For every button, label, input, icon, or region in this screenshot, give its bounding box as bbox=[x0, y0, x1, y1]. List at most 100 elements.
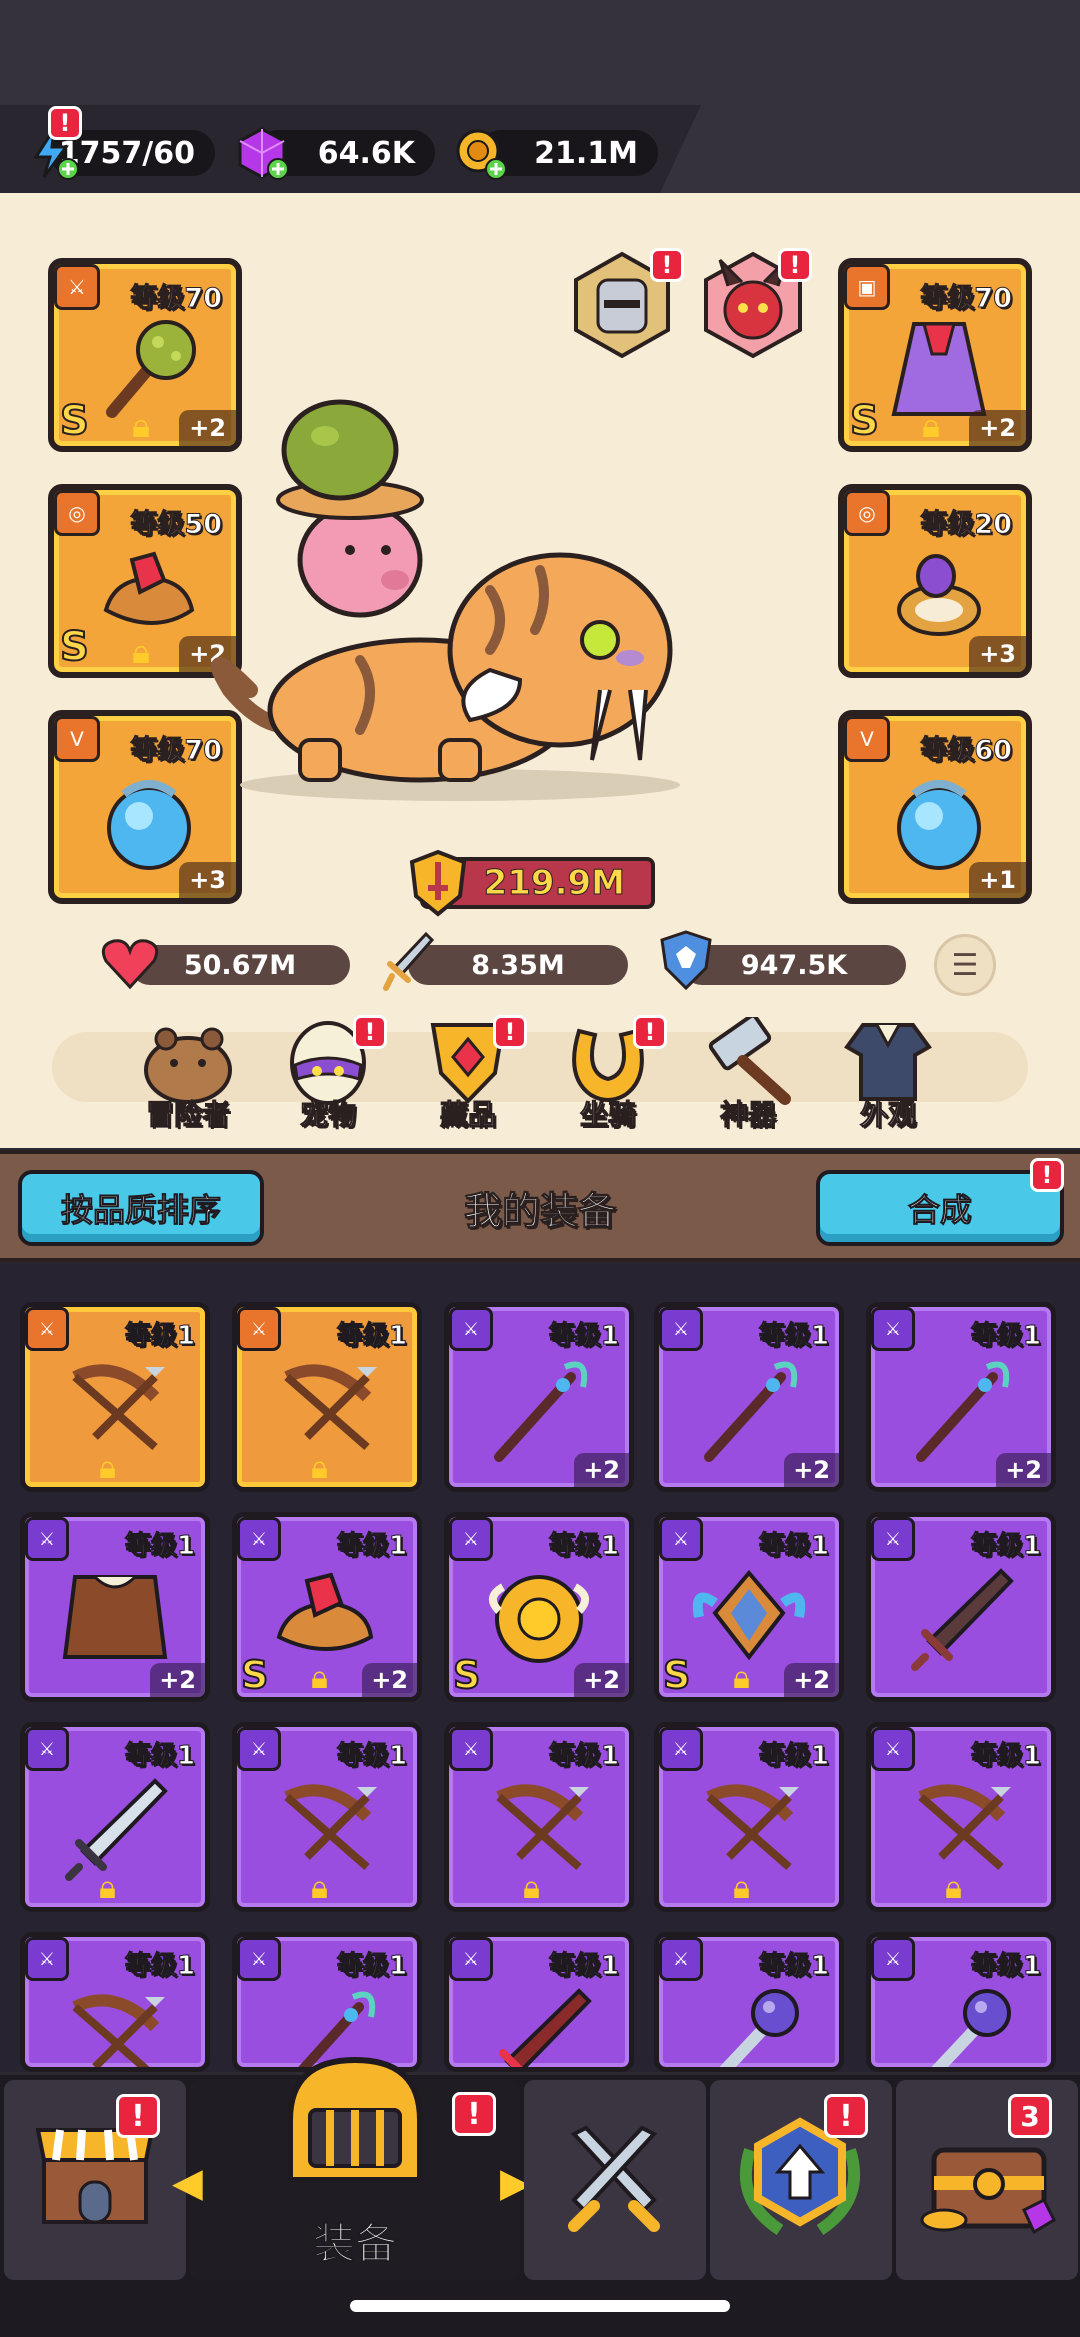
gear-slot-necklace-2[interactable]: ᐯ 等级60 +1 bbox=[838, 710, 1032, 904]
armor-slot-icon: ▣ bbox=[844, 264, 890, 310]
amethyst-ring-icon bbox=[897, 554, 981, 636]
weapon-slot-icon: ⚔ bbox=[237, 1307, 281, 1351]
capybara-icon bbox=[144, 1027, 232, 1104]
gear-plus: +3 bbox=[969, 636, 1026, 672]
inventory-item[interactable]: ⚔ 等级1 +2 bbox=[654, 1302, 844, 1492]
inventory-item[interactable]: ⚔ 等级1 🔒︎ bbox=[232, 1722, 422, 1912]
inventory-item[interactable]: ⚔ 等级1 +2 bbox=[444, 1302, 634, 1492]
outfit-icon bbox=[844, 1023, 932, 1101]
gear-slot-armor[interactable]: ▣ 等级70 S 🔒︎ +2 bbox=[838, 258, 1032, 452]
inventory-item[interactable]: ⚔ 等级1 bbox=[654, 1932, 844, 2072]
coin-icon[interactable] bbox=[452, 125, 508, 181]
weapon-slot-icon: ⚔ bbox=[659, 1307, 703, 1351]
sun-medal-icon bbox=[489, 1575, 589, 1663]
menu-label: 外观 bbox=[859, 1098, 916, 1132]
home-indicator[interactable] bbox=[350, 2300, 730, 2312]
weapon-slot-icon: ⚔ bbox=[871, 1937, 915, 1981]
gear-level: 等级60 bbox=[920, 735, 1013, 767]
crossbow-icon bbox=[72, 1994, 165, 2067]
gem-icon[interactable] bbox=[234, 125, 290, 181]
gear-level: 等级70 bbox=[130, 283, 223, 315]
demon-alert: ! bbox=[778, 248, 812, 282]
helmet-icon bbox=[287, 2056, 423, 2183]
inventory-item[interactable]: ⚔ 等级1 S +2 bbox=[444, 1512, 634, 1702]
weapon-slot-icon: ⚔ bbox=[237, 1517, 281, 1561]
inventory-item[interactable]: ⚔ 等级1 🔒︎ bbox=[20, 1302, 210, 1492]
nav-treasury[interactable]: 3 bbox=[896, 2080, 1078, 2280]
inventory-item[interactable]: ⚔ 等级1 bbox=[866, 1932, 1056, 2072]
mace-icon bbox=[931, 1989, 1011, 2067]
knight-alert: ! bbox=[650, 248, 684, 282]
item-plus: +2 bbox=[784, 1663, 839, 1697]
sort-by-quality-button[interactable]: 按品质排序 bbox=[18, 1170, 264, 1246]
rank-s: S bbox=[59, 397, 90, 445]
weapon-slot-icon: ⚔ bbox=[25, 1727, 69, 1771]
weapon-slot-icon: ⚔ bbox=[449, 1727, 493, 1771]
mount-alert: ! bbox=[633, 1015, 667, 1049]
mace-icon bbox=[719, 1989, 799, 2067]
ring-slot-icon: ◎ bbox=[844, 490, 890, 536]
chest-icon bbox=[920, 2147, 1056, 2235]
weapon-slot-icon: ⚔ bbox=[25, 1937, 69, 1981]
blue-orb-icon bbox=[897, 780, 981, 870]
menu-label: 坐骑 bbox=[579, 1098, 636, 1132]
lock-icon: 🔒︎ bbox=[99, 1448, 117, 1486]
coin-value: 21.1M bbox=[534, 135, 638, 171]
nav-left-arrow[interactable]: ◀ bbox=[172, 2160, 203, 2206]
hero-character[interactable] bbox=[190, 390, 710, 810]
inventory-item[interactable]: ⚔ 等级1 S 🔒︎ +2 bbox=[654, 1512, 844, 1702]
weapon-slot-icon: ⚔ bbox=[25, 1517, 69, 1561]
inventory-item[interactable]: ⚔ 等级1 🔒︎ bbox=[20, 1722, 210, 1912]
upgrade-alert: ! bbox=[824, 2094, 868, 2138]
lock-icon: 🔒︎ bbox=[945, 1868, 963, 1906]
weapon-slot-icon: ⚔ bbox=[25, 1307, 69, 1351]
lock-icon: 🔒︎ bbox=[311, 1448, 329, 1486]
shield-icon bbox=[660, 930, 712, 991]
inventory-item[interactable]: ⚔ 等级1 S 🔒︎ +2 bbox=[232, 1512, 422, 1702]
gear-plus: +1 bbox=[969, 862, 1026, 898]
lock-icon: 🔒︎ bbox=[523, 1868, 541, 1906]
inventory-item[interactable]: ⚔ 等级1 bbox=[444, 1932, 634, 2072]
details-icon[interactable]: ☰ bbox=[934, 934, 996, 996]
nav-shop[interactable]: ! bbox=[4, 2080, 186, 2280]
weapon-slot-icon: ⚔ bbox=[237, 1937, 281, 1981]
weapon-slot-icon: ⚔ bbox=[871, 1517, 915, 1561]
ring-slot-icon: ◎ bbox=[54, 490, 100, 536]
lock-icon: 🔒︎ bbox=[132, 632, 151, 672]
inventory-item[interactable]: ⚔ 等级1 bbox=[866, 1512, 1056, 1702]
dark-sword-icon bbox=[911, 1568, 1014, 1671]
lock-icon: 🔒︎ bbox=[733, 1868, 751, 1906]
merge-button[interactable]: 合成 bbox=[816, 1170, 1064, 1246]
lock-icon: 🔒︎ bbox=[99, 1868, 117, 1906]
item-plus: +2 bbox=[574, 1663, 629, 1697]
inventory-item[interactable]: ⚔ 等级1 🔒︎ bbox=[654, 1722, 844, 1912]
inventory-item[interactable]: ⚔ 等级1 +2 bbox=[866, 1302, 1056, 1492]
gear-slot-ring-2[interactable]: ◎ 等级20 +3 bbox=[838, 484, 1032, 678]
inventory-item[interactable]: ⚔ 等级1 🔒︎ bbox=[866, 1722, 1056, 1912]
nav-upgrade[interactable]: ! bbox=[710, 2080, 892, 2280]
blue-orb-icon bbox=[107, 780, 191, 870]
inventory-item[interactable]: ⚔ 等级1 🔒︎ bbox=[232, 1302, 422, 1492]
attack-value: 8.35M bbox=[471, 949, 565, 981]
rank-s: S bbox=[240, 1652, 269, 1698]
inventory-item[interactable]: ⚔ 等级1 +2 bbox=[20, 1512, 210, 1702]
menu-label: 藏品 bbox=[439, 1098, 496, 1132]
nav-battle[interactable] bbox=[524, 2080, 706, 2280]
inventory-item[interactable]: ⚔ 等级1 bbox=[20, 1932, 210, 2072]
nav-equipment[interactable]: ◀ ▶ ! 装备 bbox=[172, 2056, 531, 2280]
inventory-item[interactable]: ⚔ 等级1 🔒︎ bbox=[444, 1722, 634, 1912]
weapon-slot-icon: ⚔ bbox=[237, 1727, 281, 1771]
merge-button-label: 合成 bbox=[907, 1191, 972, 1230]
menu-label: 冒险者 bbox=[145, 1098, 230, 1132]
hp-stat: 50.67M bbox=[130, 945, 350, 985]
shop-alert: ! bbox=[116, 2094, 160, 2138]
lock-icon: 🔒︎ bbox=[733, 1658, 751, 1696]
weapon-slot-icon: ⚔ bbox=[871, 1307, 915, 1351]
weapon-slot-icon: ⚔ bbox=[659, 1727, 703, 1771]
equipment-alert: ! bbox=[452, 2092, 496, 2136]
rank-s: S bbox=[849, 397, 880, 445]
weapon-slot-icon: ⚔ bbox=[449, 1307, 493, 1351]
rank-s: S bbox=[59, 623, 90, 671]
status-bar bbox=[0, 0, 1080, 105]
my-equipment-title: 我的装备 bbox=[463, 1189, 616, 1234]
